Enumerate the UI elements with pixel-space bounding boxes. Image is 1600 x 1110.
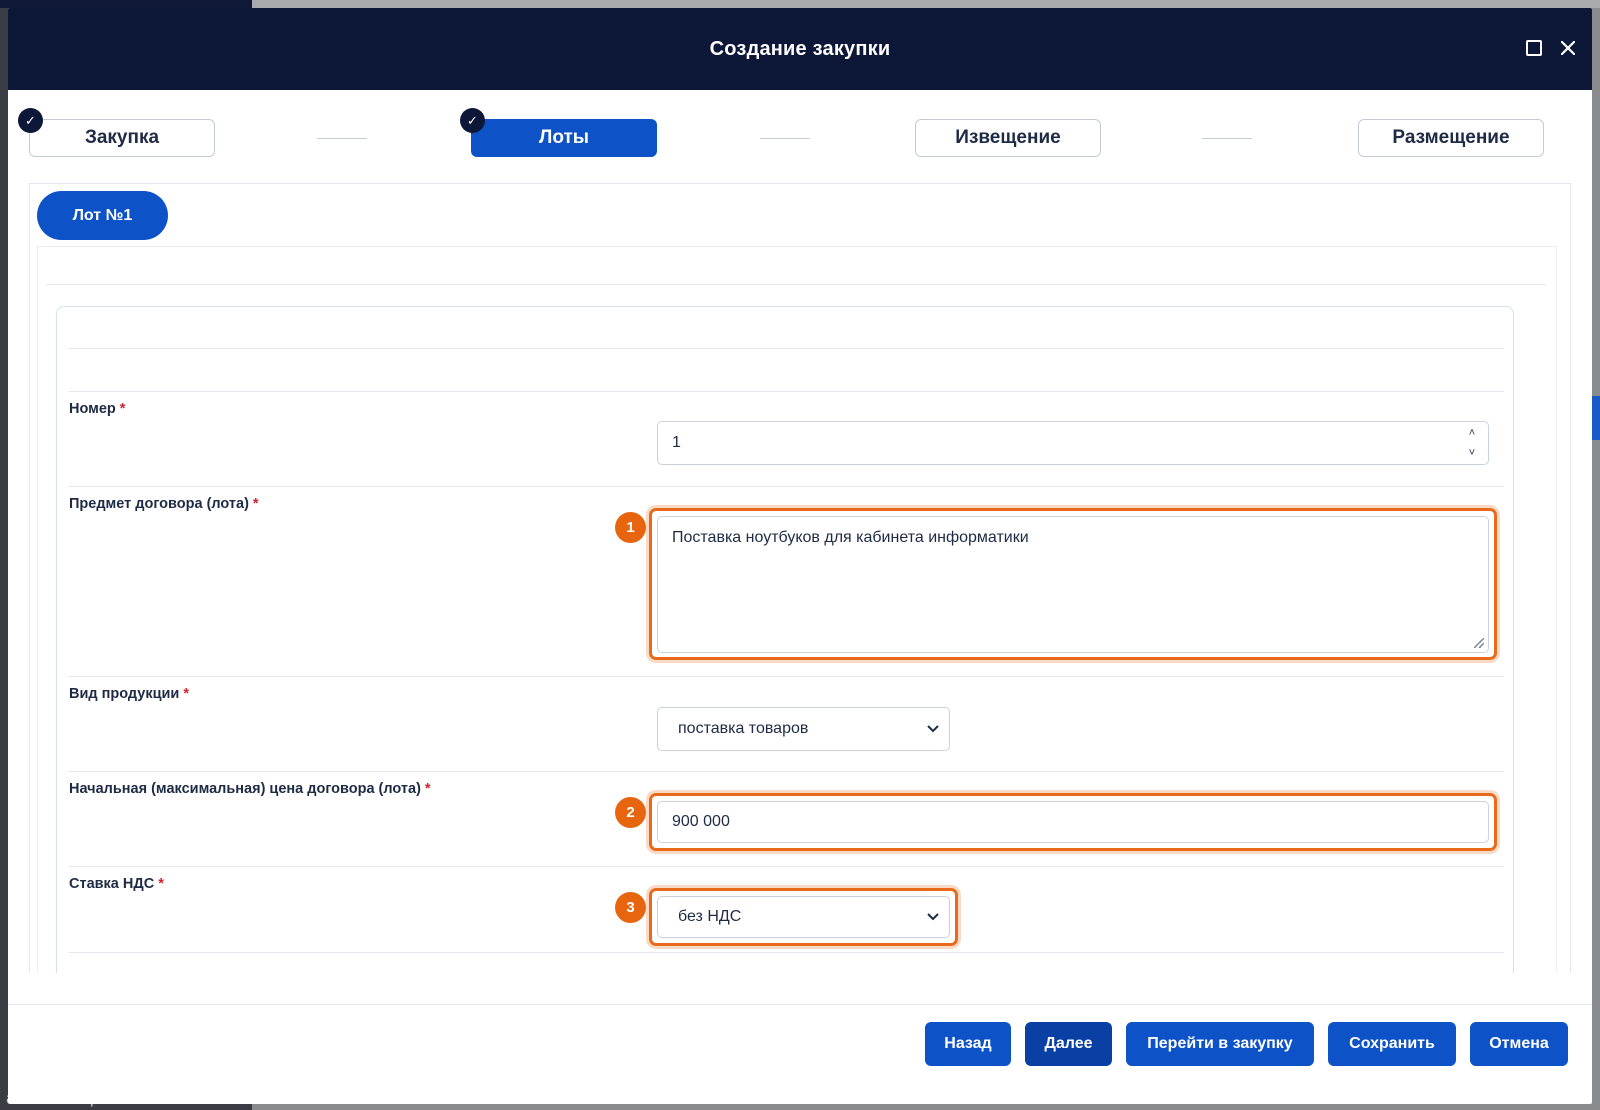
background-strip (252, 0, 1600, 8)
back-button[interactable]: Назад (925, 1022, 1011, 1066)
vat-value: без НДС (678, 908, 742, 925)
number-value: 1 (672, 434, 681, 451)
maximize-icon[interactable] (1524, 38, 1544, 58)
required-mark: * (252, 496, 259, 512)
required-mark: * (158, 876, 164, 892)
price-label: Начальная (максимальная) цена договора (… (69, 781, 431, 797)
callout-marker-3: 3 (615, 892, 646, 923)
divider (69, 348, 1504, 349)
product-type-select[interactable]: поставка товаров (657, 707, 950, 751)
divider (69, 866, 1504, 867)
required-mark: * (424, 781, 431, 797)
number-field[interactable]: 1 ˄ ˅ (657, 421, 1489, 465)
divider (46, 284, 1546, 285)
cancel-button[interactable]: Отмена (1470, 1022, 1568, 1066)
subject-label: Предмет договора (лота) * (69, 496, 259, 512)
required-mark: * (119, 401, 126, 417)
step-label: Извещение (955, 127, 1061, 148)
step-connector (1202, 138, 1252, 139)
step-label: Закупка (84, 127, 160, 148)
step-notice[interactable]: Извещение (915, 119, 1101, 157)
spin-down-icon[interactable]: ˅ (1469, 446, 1475, 460)
footer-divider (8, 1004, 1592, 1005)
modal-header: Создание закупки (8, 8, 1592, 90)
tab-lot-1[interactable]: Лот №1 (37, 191, 168, 240)
divider (69, 486, 1504, 487)
price-value: 900 000 (672, 813, 730, 830)
lot-form: Номер * 1 ˄ ˅ Предмет договора (лота) * 1 (56, 306, 1514, 973)
step-placement[interactable]: Размещение (1358, 119, 1544, 157)
wizard-stepper: ✓ Закупка ✓ Лоты Извещение Размещение (8, 90, 1592, 190)
check-icon: ✓ (460, 108, 485, 133)
create-procurement-modal: Создание закупки ✓ Закупка ✓ Лоты Извеще… (8, 8, 1592, 1104)
divider (69, 676, 1504, 677)
divider (69, 952, 1504, 953)
product-type-label: Вид продукции * (69, 686, 189, 702)
subject-value: Поставка ноутбуков для кабинета информат… (672, 529, 1029, 546)
divider (69, 771, 1504, 772)
header-controls (1524, 38, 1578, 58)
price-input[interactable]: 900 000 (657, 801, 1489, 843)
save-button[interactable]: Сохранить (1328, 1022, 1456, 1066)
next-button[interactable]: Далее (1025, 1022, 1112, 1066)
spin-up-icon[interactable]: ˄ (1469, 426, 1475, 440)
resize-grip-icon[interactable] (1474, 638, 1484, 648)
number-label: Номер * (69, 401, 126, 417)
chevron-down-icon (927, 913, 939, 921)
go-to-procurement-button[interactable]: Перейти в закупку (1126, 1022, 1314, 1066)
chevron-down-icon (927, 725, 939, 733)
subject-textarea[interactable]: Поставка ноутбуков для кабинета информат… (657, 516, 1489, 653)
check-icon: ✓ (18, 108, 43, 133)
modal-title: Создание закупки (709, 37, 891, 60)
step-connector (317, 138, 367, 139)
product-type-value: поставка товаров (678, 720, 809, 737)
lot-body: Номер * 1 ˄ ˅ Предмет договора (лота) * 1 (37, 246, 1557, 973)
step-procurement[interactable]: ✓ Закупка (18, 108, 215, 157)
step-label: Размещение (1392, 127, 1510, 148)
required-mark: * (183, 686, 189, 702)
close-icon[interactable] (1558, 38, 1578, 58)
step-lots[interactable]: ✓ Лоты (460, 108, 657, 157)
step-label: Лоты (539, 127, 589, 148)
number-stepper[interactable]: ˄ ˅ (1466, 426, 1478, 460)
callout-marker-1: 1 (615, 512, 646, 543)
step-connector (760, 138, 810, 139)
vat-select[interactable]: без НДС (657, 896, 950, 938)
divider (69, 391, 1504, 392)
background-topbar (0, 0, 252, 8)
callout-marker-2: 2 (615, 797, 646, 828)
vat-label: Ставка НДС * (69, 876, 164, 892)
lots-panel: Лот №1 Номер * 1 ˄ ˅ Предмет договора (л… (29, 183, 1571, 973)
